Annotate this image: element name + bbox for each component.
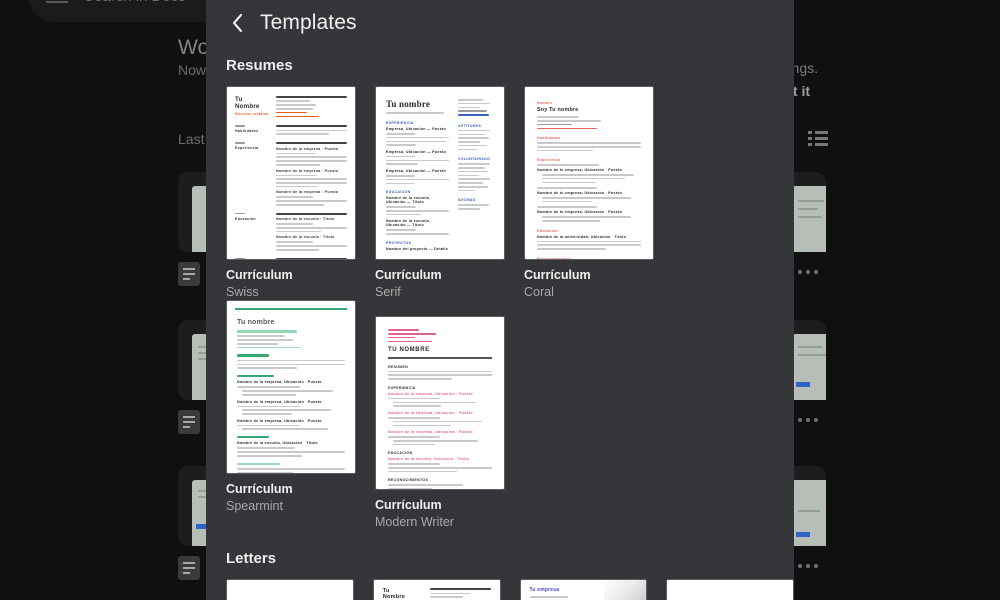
template-name: Currículum xyxy=(375,498,442,513)
search-input[interactable]: Search in Docs xyxy=(84,0,186,5)
resumes-grid: Tu Nombre Director creativo Habilidades … xyxy=(206,86,794,531)
template-style: Spearmint xyxy=(226,498,283,513)
doc-thumbnail xyxy=(792,186,826,252)
thumb-name-line-2: Nombre xyxy=(235,103,260,111)
doc-thumbnail xyxy=(792,334,826,400)
template-thumbnail[interactable]: Nombre Soy Tu nombre Habilidades Experie… xyxy=(524,86,654,260)
thumb-name: Tu nombre xyxy=(386,99,431,109)
document-icon xyxy=(178,556,200,580)
template-name: Currículum xyxy=(524,268,591,282)
section-title-resumes: Resumes xyxy=(226,57,293,74)
more-options-icon[interactable] xyxy=(798,564,818,568)
template-card-spearmint[interactable]: Tu nombre Nombre de la empresa, Ubicació… xyxy=(226,300,356,530)
letters-grid: Tu Nombre Tu empresa xyxy=(206,578,794,600)
background-subheading: Now xyxy=(178,62,207,78)
more-options-icon[interactable] xyxy=(798,418,818,422)
thumb-name-line-1: Tu xyxy=(235,96,243,103)
thumb-name: TU NOMBRE xyxy=(388,347,430,354)
list-view-icon[interactable] xyxy=(808,131,828,147)
hamburger-icon[interactable] xyxy=(46,0,68,3)
template-card-swiss[interactable]: Tu Nombre Director creativo Habilidades … xyxy=(226,86,356,300)
template-style: Serif xyxy=(375,284,401,299)
panel-header: Templates xyxy=(206,0,794,46)
thumb-name-line-2: Nombre xyxy=(382,593,406,600)
template-thumbnail[interactable]: Tu Nombre Director creativo Habilidades … xyxy=(226,86,356,260)
background-info-text-1: ngs. xyxy=(791,60,818,76)
document-icon xyxy=(178,262,200,286)
template-name: Currículum xyxy=(226,268,293,282)
background-heading: Wo xyxy=(178,36,210,59)
template-card-letter-blank[interactable] xyxy=(226,578,354,600)
templates-panel: Templates Resumes Tu Nombre Director cre… xyxy=(206,0,794,600)
page-title: Templates xyxy=(260,11,357,34)
template-name: Currículum xyxy=(375,268,442,282)
doc-thumbnail xyxy=(792,480,826,546)
template-style: Modern Writer xyxy=(375,514,454,529)
more-options-icon[interactable] xyxy=(798,270,818,274)
screen: Search in Docs S Wo Now ngs. t it Last xyxy=(0,0,1000,600)
template-card-letter-plain[interactable] xyxy=(666,578,794,600)
thumb-company: Tu empresa xyxy=(529,586,560,593)
template-thumbnail[interactable]: Tu nombre EXPERIENCIA Empresa, Ubicación… xyxy=(375,86,505,260)
template-card-letter-modern[interactable]: Tu empresa xyxy=(519,578,648,600)
back-chevron-icon[interactable] xyxy=(224,10,250,36)
template-style: Swiss xyxy=(226,284,259,299)
background-last-modified-label: Last xyxy=(178,131,205,147)
template-thumbnail[interactable]: TU NOMBRE RESUMEN EXPERIENCIA Nombre de … xyxy=(375,316,505,491)
section-title-letters: Letters xyxy=(226,549,277,567)
template-card-letter-serif[interactable]: Tu Nombre xyxy=(372,578,501,600)
template-card-coral[interactable]: Nombre Soy Tu nombre Habilidades Experie… xyxy=(524,86,654,300)
document-icon xyxy=(178,410,200,434)
template-card-serif[interactable]: Tu nombre EXPERIENCIA Empresa, Ubicación… xyxy=(375,86,505,300)
template-thumbnail[interactable]: Tu nombre Nombre de la empresa, Ubicació… xyxy=(226,300,356,475)
template-style: Coral xyxy=(524,284,554,299)
template-card-modern-writer[interactable]: TU NOMBRE RESUMEN EXPERIENCIA Nombre de … xyxy=(375,316,505,530)
template-name: Currículum xyxy=(226,482,293,497)
thumb-name: Tu nombre xyxy=(237,319,275,327)
background-action-text[interactable]: t it xyxy=(793,83,810,99)
